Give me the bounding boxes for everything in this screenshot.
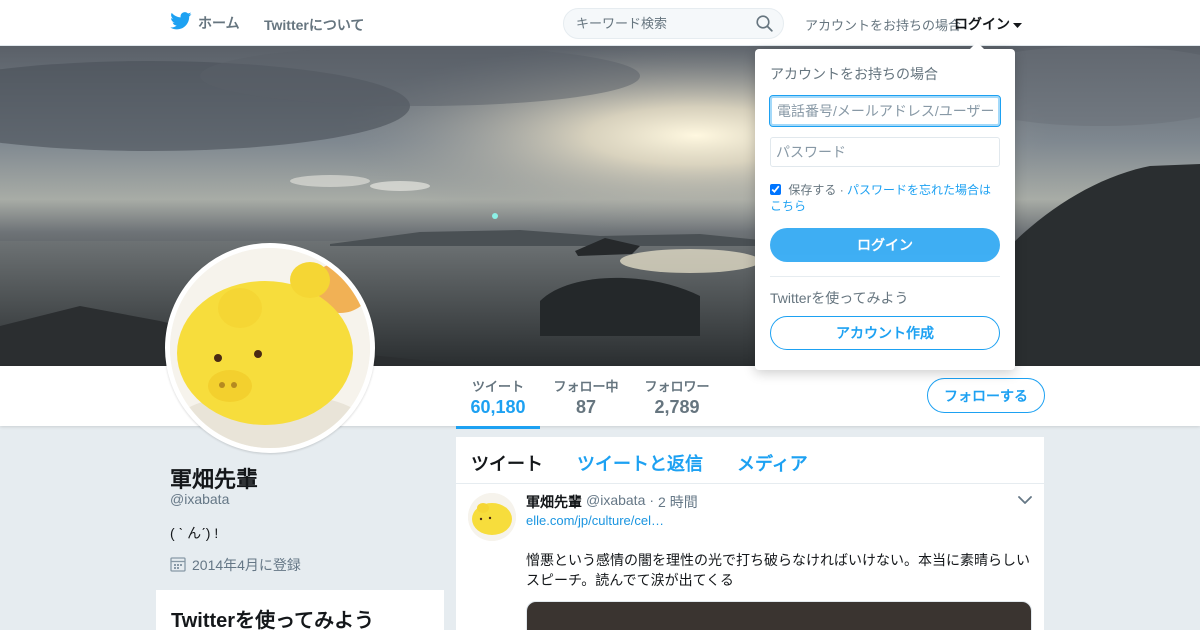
- profile-handle: @ixabata: [170, 491, 230, 507]
- tweet-author-name[interactable]: 軍畑先輩: [526, 492, 582, 512]
- signup-side-card: Twitterを使ってみよう: [156, 590, 444, 630]
- follow-button[interactable]: フォローする: [927, 378, 1045, 413]
- tab-tweets-replies[interactable]: ツイートと返信: [577, 450, 703, 476]
- tweet[interactable]: 軍畑先輩 @ixabata · 2 時間 elle.com/jp/culture…: [456, 484, 1044, 630]
- stat-tweets[interactable]: ツイート 60,180: [456, 376, 540, 429]
- stat-following[interactable]: フォロー中 87: [550, 376, 622, 418]
- remember-separator: ·: [839, 183, 844, 197]
- top-nav: ホーム Twitterについて アカウントをお持ちの場合 ログイン: [0, 0, 1200, 46]
- twitter-bird-icon: [170, 12, 192, 33]
- remember-label: 保存する: [788, 183, 837, 197]
- login-prompt: アカウントをお持ちの場合: [805, 18, 962, 33]
- login-dropdown: アカウントをお持ちの場合 保存する · パスワードを忘れた場合はこちら ログイン…: [755, 42, 1015, 370]
- tweet-author-handle[interactable]: @ixabata: [586, 492, 645, 512]
- login-submit-button[interactable]: ログイン: [770, 228, 1000, 262]
- stat-following-value: 87: [575, 397, 597, 417]
- search-box: [563, 8, 784, 39]
- stat-followers-value: 2,789: [654, 397, 700, 417]
- login-dropdown-toggle[interactable]: ログイン: [954, 14, 1022, 34]
- avatar-image: [170, 248, 370, 448]
- timeline-tabs: ツイート ツイートと返信 メディア: [456, 437, 1044, 484]
- tweet-avatar-image: [468, 493, 516, 541]
- remember-row: 保存する · パスワードを忘れた場合はこちら: [770, 182, 1002, 214]
- nav-about[interactable]: Twitterについて: [264, 15, 364, 35]
- signup-prompt: Twitterを使ってみよう: [770, 290, 909, 306]
- password-field[interactable]: [770, 137, 1000, 167]
- profile-name: 軍畑先輩: [170, 467, 259, 492]
- caret-down-icon: [1013, 16, 1022, 32]
- stat-followers-label: フォロワー: [644, 379, 710, 394]
- dropdown-caret: [970, 42, 984, 49]
- avatar[interactable]: [165, 243, 375, 453]
- username-field[interactable]: [769, 95, 1001, 127]
- tweet-link[interactable]: elle.com/jp/culture/cel…: [526, 513, 664, 528]
- tweet-avatar[interactable]: [468, 493, 516, 541]
- stat-tweets-label: ツイート: [471, 379, 524, 394]
- chevron-down-icon[interactable]: [1018, 492, 1032, 510]
- tweet-text: 憎悪という感情の闇を理性の光で打ち破らなければいけない。本当に素晴らしいスピーチ…: [526, 552, 1030, 588]
- stat-tweets-value: 60,180: [470, 397, 526, 417]
- nav-home[interactable]: ホーム: [170, 12, 240, 33]
- side-card-title: Twitterを使ってみよう: [171, 610, 375, 630]
- tab-media[interactable]: メディア: [737, 450, 808, 476]
- profile-bio: ( ˋ んˊ) !: [170, 525, 219, 541]
- timeline: ツイート ツイートと返信 メディア 軍畑先輩 @ixabata · 2 時間 e…: [456, 437, 1044, 630]
- search-input[interactable]: [564, 9, 744, 38]
- search-icon[interactable]: [756, 15, 773, 37]
- tweet-separator: ·: [649, 492, 655, 508]
- dropdown-divider: [770, 276, 1000, 277]
- tweet-header: 軍畑先輩 @ixabata · 2 時間: [526, 492, 698, 512]
- profile-joined: 2014年4月に登録: [170, 555, 301, 575]
- tweet-media[interactable]: [526, 601, 1032, 630]
- calendar-icon: [170, 556, 186, 575]
- profile-joined-text: 2014年4月に登録: [192, 557, 301, 573]
- login-label: ログイン: [954, 16, 1010, 32]
- nav-home-label: ホーム: [198, 14, 240, 31]
- login-dropdown-title: アカウントをお持ちの場合: [770, 66, 938, 82]
- signup-button[interactable]: アカウント作成: [770, 316, 1000, 350]
- remember-checkbox[interactable]: [770, 184, 781, 195]
- stat-followers[interactable]: フォロワー 2,789: [640, 376, 714, 418]
- tab-tweets[interactable]: ツイート: [471, 450, 543, 476]
- tweet-time[interactable]: 2 時間: [658, 492, 698, 512]
- stat-following-label: フォロー中: [553, 379, 619, 394]
